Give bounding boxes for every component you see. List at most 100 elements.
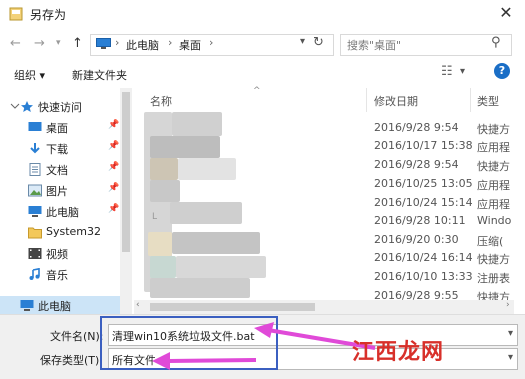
horizontal-scrollbar-thumb[interactable] — [150, 303, 315, 311]
sidebar-item-this-pc[interactable]: 此电脑 📌 — [0, 201, 120, 222]
computer-icon — [20, 300, 34, 311]
chevron-down-icon[interactable]: ▾ — [508, 328, 513, 339]
arrow-annotation-icon — [152, 352, 257, 370]
file-type: 快捷方 — [477, 160, 510, 173]
file-date: 2016/10/25 13:05 — [374, 177, 473, 190]
sidebar-item-system32[interactable]: System32 — [0, 222, 120, 243]
column-header-date[interactable]: 修改日期 — [374, 93, 418, 109]
breadcrumb-separator: › — [168, 36, 173, 49]
blurred-filename — [150, 158, 178, 180]
filename-label: 文件名(N): — [50, 330, 104, 343]
file-type: 应用程 — [477, 198, 510, 211]
blurred-filename — [170, 202, 242, 224]
sidebar-item-label: 快速访问 — [38, 101, 82, 114]
address-chevron-icon[interactable]: ▾ — [300, 36, 305, 47]
sidebar-item-label: System32 — [46, 225, 102, 238]
file-date: 2016/10/17 15:38 — [374, 139, 473, 152]
column-header-name[interactable]: 名称 — [150, 93, 172, 109]
title-bar — [0, 0, 525, 28]
column-divider[interactable] — [366, 88, 367, 112]
blurred-filename — [150, 278, 250, 298]
column-header-type[interactable]: 类型 — [477, 93, 499, 109]
file-date: 2016/9/28 9:54 — [374, 121, 459, 134]
sidebar-item-label: 视频 — [46, 248, 68, 261]
blurred-filename — [172, 232, 260, 254]
chevron-down-icon[interactable]: ▾ — [508, 352, 513, 363]
sidebar-item-label: 此电脑 — [38, 300, 71, 313]
search-icon[interactable]: ⚲ — [491, 35, 501, 50]
sidebar-item-quick-access[interactable]: 快速访问 — [0, 96, 120, 117]
breadcrumb-computer[interactable]: 此电脑 — [126, 37, 159, 53]
breadcrumb-separator: › — [115, 36, 120, 49]
blurred-filename — [176, 256, 266, 278]
watermark-text: 江西龙网 — [352, 340, 445, 365]
folder-icon — [28, 227, 42, 239]
recent-chevron-icon[interactable]: ▾ — [56, 38, 61, 48]
sidebar-item-documents[interactable]: 文档 📌 — [0, 159, 120, 180]
file-date: 2016/10/10 13:33 — [374, 270, 473, 283]
document-icon — [29, 163, 41, 176]
column-divider[interactable] — [470, 88, 471, 112]
file-date: 2016/9/28 10:11 — [374, 214, 466, 227]
new-folder-button[interactable]: 新建文件夹 — [72, 67, 127, 83]
up-icon[interactable]: ↑ — [72, 36, 83, 51]
sidebar-item-label: 音乐 — [46, 269, 68, 282]
file-type: 压缩( — [477, 235, 504, 248]
sidebar-item-label: 桌面 — [46, 122, 68, 135]
scroll-right-icon[interactable]: › — [506, 300, 510, 310]
sidebar-item-this-pc-root[interactable]: 此电脑 — [0, 295, 120, 316]
file-type: 应用程 — [477, 141, 510, 154]
save-dialog-icon — [9, 7, 23, 21]
file-date: 2016/9/28 9:54 — [374, 158, 459, 171]
name-fragment: L — [152, 212, 158, 222]
blurred-filename — [150, 136, 220, 158]
picture-icon — [28, 184, 42, 197]
organize-button[interactable]: 组织 ▾ — [14, 67, 45, 83]
file-type: 快捷方 — [477, 123, 510, 136]
search-placeholder: 搜索"桌面" — [347, 39, 402, 52]
music-icon — [29, 268, 40, 280]
breadcrumb-desktop[interactable]: 桌面 — [179, 37, 201, 53]
computer-icon — [96, 38, 111, 49]
desktop-icon — [28, 122, 42, 131]
file-date: 2016/9/20 0:30 — [374, 233, 459, 246]
sidebar-item-downloads[interactable]: 下载 📌 — [0, 138, 120, 159]
pin-icon: 📌 — [108, 162, 120, 172]
file-date: 2016/10/24 15:14 — [374, 196, 473, 209]
star-icon — [21, 101, 33, 112]
file-type: 注册表 — [477, 272, 510, 285]
blurred-filename — [148, 232, 172, 256]
sidebar-item-label: 文档 — [46, 164, 68, 177]
forward-icon[interactable]: → — [34, 36, 45, 51]
breadcrumb-separator: › — [209, 36, 214, 49]
back-icon[interactable]: ← — [10, 36, 21, 51]
file-type: Windo — [477, 214, 512, 227]
file-type: 应用程 — [477, 179, 510, 192]
refresh-icon[interactable]: ↻ — [313, 35, 324, 50]
blurred-filename — [178, 158, 236, 180]
blurred-filename — [150, 180, 180, 202]
sidebar-item-pictures[interactable]: 图片 📌 — [0, 180, 120, 201]
sidebar-item-label: 此电脑 — [46, 206, 79, 219]
blurred-filename — [172, 112, 222, 136]
file-date: 2016/10/24 16:14 — [374, 251, 473, 264]
sidebar-scrollbar-thumb[interactable] — [122, 92, 130, 252]
blurred-filename — [150, 256, 176, 278]
sidebar-item-videos[interactable]: 视频 — [0, 243, 120, 264]
scroll-left-icon[interactable]: ‹ — [136, 300, 140, 310]
help-icon[interactable]: ? — [494, 63, 510, 79]
sidebar-item-label: 下载 — [46, 143, 68, 156]
sidebar-item-desktop[interactable]: 桌面 📌 — [0, 117, 120, 138]
filetype-label: 保存类型(T): — [40, 354, 104, 367]
pin-icon: 📌 — [108, 141, 120, 151]
sidebar-item-label: 图片 — [46, 185, 68, 198]
sidebar-item-music[interactable]: 音乐 — [0, 264, 120, 285]
close-icon[interactable]: ✕ — [497, 3, 515, 22]
computer-icon — [28, 206, 42, 217]
view-options-icon[interactable]: ☷ — [441, 64, 453, 79]
pin-icon: 📌 — [108, 183, 120, 193]
file-type: 快捷方 — [477, 253, 510, 266]
sort-up-icon: ^ — [253, 86, 261, 96]
view-chevron-icon[interactable]: ▾ — [460, 66, 465, 77]
download-icon — [30, 143, 40, 154]
